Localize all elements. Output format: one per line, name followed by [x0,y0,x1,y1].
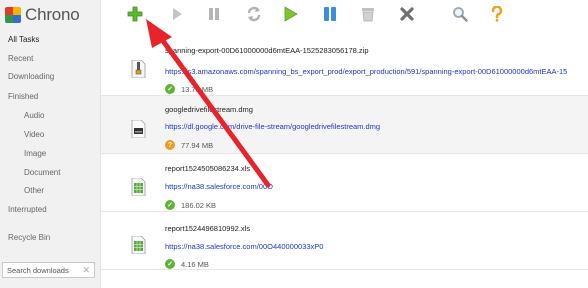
sidebar-item-finished[interactable]: Finished [8,92,38,101]
download-row[interactable]: googledrivefilestream.dmg https://dl.goo… [101,96,588,154]
download-filename: googledrivefilestream.dmg [165,105,253,114]
download-filename: report1524505086234.xls [165,164,251,173]
sidebar-item-video[interactable]: Video [24,130,44,139]
sidebar-item-downloading[interactable]: Downloading [8,72,54,81]
sidebar-item-interrupted[interactable]: Interrupted [8,205,47,214]
search-input[interactable]: Search downloads ✕ [2,262,95,278]
toolbar [101,0,588,30]
magnifier-icon [453,7,468,22]
disk-image-file-icon [131,120,146,138]
sidebar: Chrono All Tasks Recent Downloading Fini… [0,0,101,288]
pause-all-icon [324,7,336,21]
sidebar-item-all-tasks[interactable]: All Tasks [8,35,39,44]
download-status: ? 77.94 MB [165,140,213,150]
sidebar-item-recycle-bin[interactable]: Recycle Bin [8,233,50,242]
sidebar-item-other[interactable]: Other [24,186,44,195]
app-title: Chrono [25,5,80,24]
clear-search-icon[interactable]: ✕ [82,265,90,276]
play-all-icon [284,6,298,22]
resume-button[interactable] [168,5,186,23]
pause-all-button[interactable] [321,5,339,23]
resume-all-button[interactable] [282,5,300,23]
find-button[interactable] [451,5,469,23]
pause-icon [209,8,219,20]
trash-icon [362,8,374,22]
download-row[interactable]: report1524505086234.xls https://na38.sal… [101,154,588,212]
download-url-link[interactable]: https://na38.salesforce.com/00O440000033… [165,242,586,251]
delete-button[interactable] [359,5,377,23]
download-size: 186.02 KB [181,200,217,210]
sidebar-item-recent[interactable]: Recent [8,54,33,63]
download-row[interactable]: report1524496810992.xls https://na38.sal… [101,212,588,270]
checkmark-icon: ✓ [165,84,175,94]
retry-button[interactable] [245,5,263,23]
close-icon [400,7,414,21]
sidebar-item-document[interactable]: Document [24,168,60,177]
download-url-link[interactable]: https://na38.salesforce.com/00O [165,182,586,191]
new-download-button[interactable] [126,5,144,23]
question-icon: ? [165,140,175,150]
pause-button[interactable] [205,5,223,23]
plus-icon [127,6,143,22]
remove-button[interactable] [398,5,416,23]
app-logo: Chrono [5,4,80,26]
refresh-icon [247,6,261,22]
sidebar-item-audio[interactable]: Audio [24,111,44,120]
download-filename: spanning-export-00D61000000d6mtEAA-15252… [165,46,369,55]
download-status: ✓ 13.78 MB [165,84,213,94]
download-size: 13.78 MB [181,84,214,94]
chrono-logo-icon [5,7,21,23]
search-placeholder: Search downloads [7,265,69,275]
download-url-link[interactable]: https://s3.amazonaws.com/spanning_bs_exp… [165,67,586,76]
checkmark-icon: ✓ [165,259,175,269]
checkmark-icon: ✓ [165,200,175,210]
zip-file-icon [131,60,146,78]
download-filename: report1524496810992.xls [165,224,251,233]
download-size: 77.94 MB [181,140,214,150]
play-icon [173,8,182,20]
download-status: ✓ 4.16 MB [165,259,209,269]
download-url-link[interactable]: https://dl.google.com/drive-file-stream/… [165,122,586,131]
help-button[interactable] [488,5,506,23]
download-row[interactable]: spanning-export-00D61000000d6mtEAA-15252… [101,38,588,96]
spreadsheet-file-icon [131,178,146,196]
sidebar-item-image[interactable]: Image [24,149,46,158]
spreadsheet-file-icon [131,236,146,254]
help-icon [491,6,503,22]
download-size: 4.16 MB [181,259,209,269]
download-status: ✓ 186.02 KB [165,200,216,210]
